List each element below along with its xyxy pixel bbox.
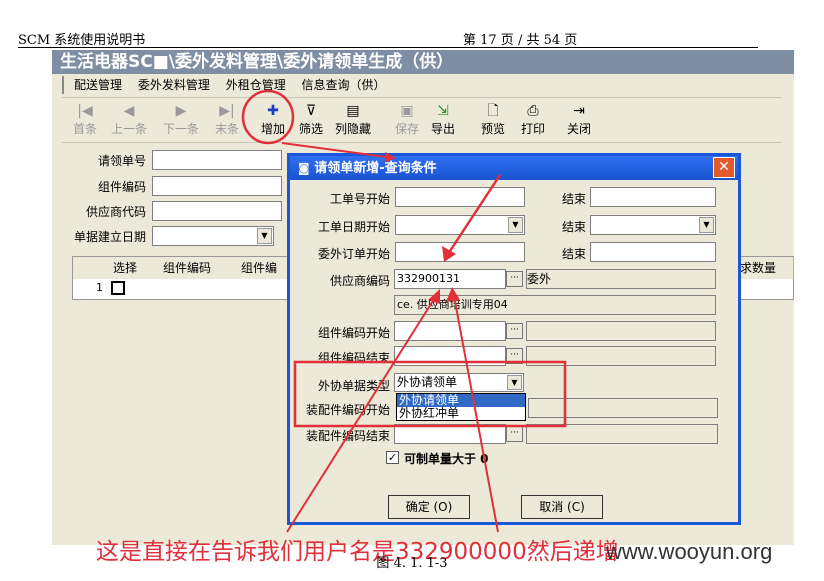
arrow-to-dialog <box>281 142 395 159</box>
annotation-overlay <box>241 89 567 533</box>
add-button-circle <box>241 89 295 145</box>
arrow-to-supplier <box>446 174 502 255</box>
arrow-from-text-right <box>453 295 499 533</box>
arrow-from-text-left <box>286 295 437 533</box>
arrow-head <box>428 289 440 304</box>
arrow-head <box>446 287 460 302</box>
doc-type-highlight-box <box>293 360 567 428</box>
arrow-head <box>385 152 396 162</box>
watermark: www.wooyun.org <box>606 539 773 564</box>
arrow-head <box>442 246 456 262</box>
